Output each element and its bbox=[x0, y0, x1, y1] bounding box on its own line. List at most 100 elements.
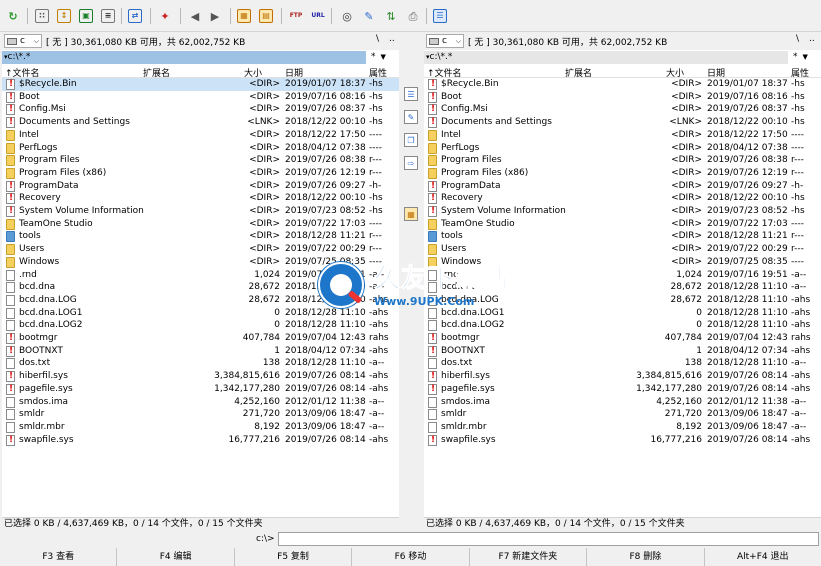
print-icon[interactable]: ⎙ bbox=[404, 7, 422, 25]
compare-icon[interactable]: ≡ bbox=[101, 9, 115, 23]
f4-edit-button[interactable]: F4 编辑 bbox=[117, 548, 235, 566]
pack-icon[interactable]: ▦ bbox=[237, 9, 251, 23]
brief-view-icon[interactable]: ∷ bbox=[35, 9, 49, 23]
view-icon[interactable]: ☰ bbox=[404, 87, 418, 101]
file-row[interactable]: Boot <DIR> 2019/07/16 08:16-hs bbox=[424, 91, 821, 104]
file-row[interactable]: ProgramData <DIR> 2019/07/26 09:27-h- bbox=[424, 180, 821, 193]
file-row[interactable]: TeamOne Studio <DIR> 2019/07/22 17:03 ---- bbox=[424, 218, 821, 231]
file-row[interactable]: bcd.dna.LOG 28,672 2018/12/28 11:10 -ahs bbox=[2, 294, 399, 307]
file-row[interactable]: Documents and Settings <LNK> 2018/12/22 00… bbox=[424, 116, 821, 129]
file-row[interactable]: BOOTNXT 1 2018/04/12 07:34-ahs bbox=[424, 345, 821, 358]
select-icon[interactable]: ✦ bbox=[156, 7, 174, 25]
drive-selector[interactable]: c ⌵ bbox=[426, 34, 464, 48]
f5-copy-button[interactable]: F5 复制 bbox=[235, 548, 353, 566]
drive-selector[interactable]: c ⌵ bbox=[4, 34, 42, 48]
parent-dir-button[interactable]: .. bbox=[809, 34, 815, 44]
file-row[interactable]: Recovery <DIR> 2018/12/22 00:10-hs bbox=[2, 192, 399, 205]
file-row[interactable]: Program Files <DIR> 2019/07/26 08:38 r--- bbox=[424, 154, 821, 167]
file-row[interactable]: System Volume Information <DIR> 2019/07/23… bbox=[424, 205, 821, 218]
unpack-icon[interactable]: ▤ bbox=[259, 9, 273, 23]
command-line-input[interactable] bbox=[278, 532, 819, 546]
file-row[interactable]: bcd.dna.LOG1 0 2018/12/28 11:10 -ahs bbox=[2, 307, 399, 320]
copy-icon[interactable]: ❐ bbox=[404, 133, 418, 147]
file-row[interactable]: System Volume Information <DIR> 2019/07/23… bbox=[2, 205, 399, 218]
file-row[interactable]: ProgramData <DIR> 2019/07/26 09:27-h- bbox=[2, 180, 399, 193]
file-row[interactable]: smldr.mbr 8,192 2013/09/06 18:47 -a-- bbox=[2, 421, 399, 434]
file-row[interactable]: Users <DIR> 2019/07/22 00:29 r--- bbox=[2, 243, 399, 256]
file-row[interactable]: pagefile.sys 1,342,177,280 2019/07/26 08:1… bbox=[424, 383, 821, 396]
file-row[interactable]: Recovery <DIR> 2018/12/22 00:10-hs bbox=[424, 192, 821, 205]
file-row[interactable]: smldr.mbr 8,192 2013/09/06 18:47 -a-- bbox=[424, 421, 821, 434]
file-row[interactable]: bcd.dna 28,672 2018/12/28 11:10 -a-- bbox=[424, 281, 821, 294]
file-row[interactable]: hiberfil.sys 3,384,815,616 2019/07/26 08:1… bbox=[424, 370, 821, 383]
file-row[interactable]: bcd.dna.LOG2 0 2018/12/28 11:10 -ahs bbox=[424, 319, 821, 332]
file-row[interactable]: Documents and Settings <LNK> 2018/12/22 00… bbox=[2, 116, 399, 129]
pack-icon[interactable]: ▦ bbox=[404, 207, 418, 221]
file-row[interactable]: bootmgr 407,784 2019/07/04 12:43rahs bbox=[2, 332, 399, 345]
chevron-down-icon[interactable]: ▼ bbox=[803, 53, 808, 61]
find-icon[interactable]: ◎ bbox=[338, 7, 356, 25]
tree-view-icon[interactable]: ↕ bbox=[57, 9, 71, 23]
file-row[interactable]: Intel <DIR> 2018/12/22 17:50 ---- bbox=[424, 129, 821, 142]
file-row[interactable]: $Recycle.Bin <DIR> 2019/01/07 18:37-hs bbox=[2, 78, 399, 91]
file-row[interactable]: Boot <DIR> 2019/07/16 08:16-hs bbox=[2, 91, 399, 104]
file-row[interactable]: Config.Msi <DIR> 2019/07/26 08:37-hs bbox=[424, 103, 821, 116]
file-row[interactable]: Windows <DIR> 2019/07/25 08:35 ---- bbox=[424, 256, 821, 269]
file-row[interactable]: Program Files <DIR> 2019/07/26 08:38 r--- bbox=[2, 154, 399, 167]
file-row[interactable]: BOOTNXT 1 2018/04/12 07:34-ahs bbox=[2, 345, 399, 358]
file-row[interactable]: bcd.dna.LOG1 0 2018/12/28 11:10 -ahs bbox=[424, 307, 821, 320]
file-row[interactable]: .rnd 1,024 2019/07/16 19:51 -a-- bbox=[2, 269, 399, 282]
file-row[interactable]: smldr 271,720 2013/09/06 18:47 -a-- bbox=[2, 408, 399, 421]
file-row[interactable]: Intel <DIR> 2018/12/22 17:50 ---- bbox=[2, 129, 399, 142]
back-arrow-icon[interactable]: ◀ bbox=[186, 7, 204, 25]
filter-button[interactable]: * bbox=[371, 52, 376, 62]
file-row[interactable]: bcd.dna 28,672 2018/12/28 11:10 -a-- bbox=[2, 281, 399, 294]
file-row[interactable]: $Recycle.Bin <DIR> 2019/01/07 18:37-hs bbox=[424, 78, 821, 91]
file-row[interactable]: tools <DIR> 2018/12/28 11:21 r--- bbox=[2, 230, 399, 243]
parent-dir-button[interactable]: .. bbox=[389, 34, 395, 44]
chevron-down-icon[interactable]: ▼ bbox=[381, 53, 386, 61]
file-row[interactable]: bcd.dna.LOG 28,672 2018/12/28 11:10 -ahs bbox=[424, 294, 821, 307]
file-row[interactable]: TeamOne Studio <DIR> 2019/07/22 17:03 ---- bbox=[2, 218, 399, 231]
current-path[interactable]: ▾c:\*.* bbox=[424, 50, 788, 64]
file-row[interactable]: swapfile.sys 16,777,216 2019/07/26 08:14-a… bbox=[424, 434, 821, 447]
thumbnail-view-icon[interactable]: ▣ bbox=[79, 9, 93, 23]
f8-delete-button[interactable]: F8 删除 bbox=[587, 548, 705, 566]
file-row[interactable]: tools <DIR> 2018/12/28 11:21 r--- bbox=[424, 230, 821, 243]
f3-view-button[interactable]: F3 查看 bbox=[0, 548, 118, 566]
file-row[interactable]: dos.txt 138 2018/12/28 11:10 -a-- bbox=[2, 357, 399, 370]
file-row[interactable]: pagefile.sys 1,342,177,280 2019/07/26 08:1… bbox=[2, 383, 399, 396]
f7-new-folder-button[interactable]: F7 新建文件夹 bbox=[470, 548, 588, 566]
file-row[interactable]: smdos.ima 4,252,160 2012/01/12 11:38 -a-- bbox=[424, 396, 821, 409]
alt-f4-exit-button[interactable]: Alt+F4 退出 bbox=[705, 548, 821, 566]
sync-dirs-icon[interactable]: ⇄ bbox=[128, 9, 142, 23]
notepad-icon[interactable]: ☰ bbox=[433, 9, 447, 23]
ftp-connect-icon[interactable]: FTP bbox=[287, 7, 305, 25]
file-row[interactable]: Program Files (x86) <DIR> 2019/07/26 12:19… bbox=[424, 167, 821, 180]
file-row[interactable]: PerfLogs <DIR> 2018/04/12 07:38 ---- bbox=[2, 142, 399, 155]
file-row[interactable]: dos.txt 138 2018/12/28 11:10 -a-- bbox=[424, 357, 821, 370]
root-dir-button[interactable]: \ bbox=[376, 34, 379, 44]
file-row[interactable]: smdos.ima 4,252,160 2012/01/12 11:38 -a-- bbox=[2, 396, 399, 409]
move-icon[interactable]: ⇨ bbox=[404, 156, 418, 170]
file-row[interactable]: smldr 271,720 2013/09/06 18:47 -a-- bbox=[424, 408, 821, 421]
file-row[interactable]: Program Files (x86) <DIR> 2019/07/26 12:19… bbox=[2, 167, 399, 180]
file-row[interactable]: bootmgr 407,784 2019/07/04 12:43rahs bbox=[424, 332, 821, 345]
filter-button[interactable]: * bbox=[793, 52, 798, 62]
file-row[interactable]: Users <DIR> 2019/07/22 00:29 r--- bbox=[424, 243, 821, 256]
dir-sync-icon[interactable]: ⇅ bbox=[382, 7, 400, 25]
url-connect-icon[interactable]: URL bbox=[309, 7, 327, 25]
refresh-icon[interactable]: ↻ bbox=[4, 7, 22, 25]
file-row[interactable]: Config.Msi <DIR> 2019/07/26 08:37-hs bbox=[2, 103, 399, 116]
file-row[interactable]: bcd.dna.LOG2 0 2018/12/28 11:10 -ahs bbox=[2, 319, 399, 332]
file-row[interactable]: PerfLogs <DIR> 2018/04/12 07:38 ---- bbox=[424, 142, 821, 155]
f6-move-button[interactable]: F6 移动 bbox=[352, 548, 470, 566]
file-row[interactable]: hiberfil.sys 3,384,815,616 2019/07/26 08:1… bbox=[2, 370, 399, 383]
multi-rename-icon[interactable]: ✎ bbox=[360, 7, 378, 25]
forward-arrow-icon[interactable]: ▶ bbox=[206, 7, 224, 25]
file-row[interactable]: Windows <DIR> 2019/07/25 08:35 ---- bbox=[2, 256, 399, 269]
file-row[interactable]: swapfile.sys 16,777,216 2019/07/26 08:14-a… bbox=[2, 434, 399, 447]
file-row[interactable]: .rnd 1,024 2019/07/16 19:51 -a-- bbox=[424, 269, 821, 282]
edit-icon[interactable]: ✎ bbox=[404, 110, 418, 124]
current-path[interactable]: ▾c:\*.* bbox=[2, 50, 366, 64]
